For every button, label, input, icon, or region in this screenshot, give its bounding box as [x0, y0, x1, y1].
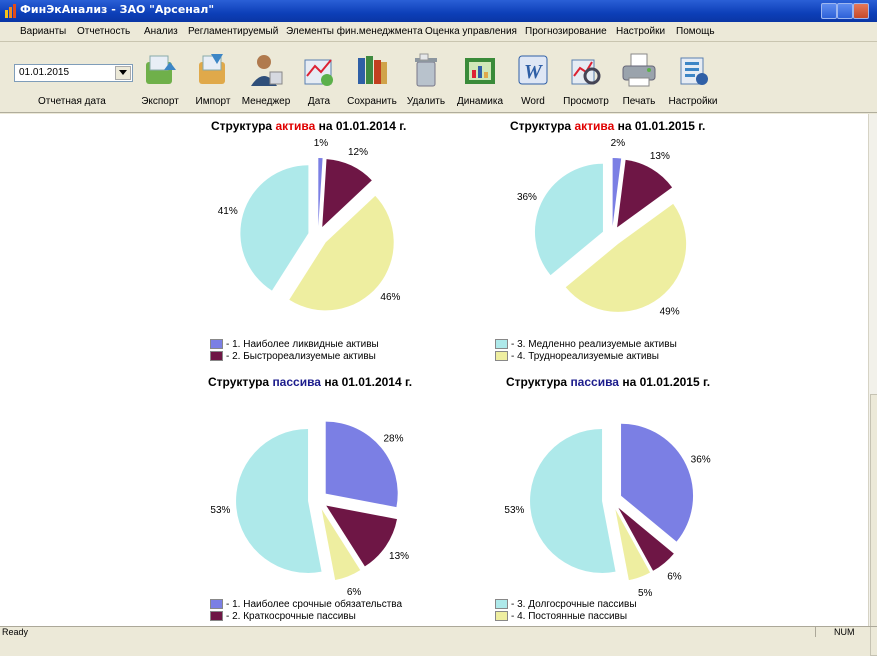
legend-swatch [210, 351, 223, 362]
legend-swatch [495, 339, 508, 350]
pie-slice [530, 428, 616, 573]
legend-swatch [495, 611, 508, 622]
legend-label: - 1. Наиболее ликвидные активы [226, 339, 379, 350]
legend-swatch [210, 611, 223, 622]
pie-data-label: 28% [384, 434, 404, 445]
legend-item: - 2. Краткосрочные пассивы [210, 611, 402, 623]
asset-legend-left: - 1. Наиболее ликвидные активы - 2. Быст… [210, 339, 379, 363]
pie-data-label: 13% [650, 151, 670, 162]
liab-legend-right: - 3. Долгосрочные пассивы - 4. Постоянны… [495, 599, 637, 623]
legend-label: - 4. Постоянные пассивы [511, 611, 628, 622]
pie-data-label: 5% [638, 588, 653, 599]
pie-slice [534, 163, 603, 276]
pie-data-label: 12% [348, 147, 368, 158]
pie-data-label: 6% [347, 587, 362, 598]
legend-item: - 3. Долгосрочные пассивы [495, 599, 637, 611]
legend-swatch [210, 599, 223, 610]
legend-swatch [495, 599, 508, 610]
pie-data-label: 1% [314, 138, 329, 149]
pie-data-label: 53% [210, 505, 230, 516]
legend-label: - 2. Краткосрочные пассивы [226, 611, 356, 622]
legend-swatch [495, 351, 508, 362]
pie-data-label: 6% [667, 572, 682, 583]
legend-item: - 1. Наиболее срочные обязательства [210, 599, 402, 611]
pie-data-label: 46% [380, 292, 400, 303]
pie-data-label: 2% [611, 138, 626, 149]
legend-label: - 2. Быстрореализуемые активы [226, 351, 376, 362]
legend-label: - 3. Долгосрочные пассивы [511, 599, 637, 610]
legend-label: - 4. Труднореализуемые активы [511, 351, 659, 362]
vertical-scrollbar[interactable] [868, 114, 877, 656]
pie-slice [236, 428, 322, 573]
pie-slice [240, 165, 309, 291]
scroll-thumb[interactable] [870, 394, 877, 656]
pie-data-label: 36% [517, 192, 537, 203]
pie-data-label: 49% [660, 306, 680, 317]
legend-item: - 2. Быстрореализуемые активы [210, 351, 379, 363]
status-bar: Ready NUM [0, 626, 877, 638]
legend-item: - 1. Наиболее ликвидные активы [210, 339, 379, 351]
status-text: Ready [2, 627, 29, 637]
num-lock-indicator: NUM [815, 627, 874, 637]
pie-data-label: 36% [691, 454, 711, 465]
legend-item: - 3. Медленно реализуемые активы [495, 339, 677, 351]
legend-item: - 4. Постоянные пассивы [495, 611, 637, 623]
pie-slice [318, 158, 323, 227]
pie-data-label: 13% [389, 551, 409, 562]
asset-legend-right: - 3. Медленно реализуемые активы - 4. Тр… [495, 339, 677, 363]
liab-legend-left: - 1. Наиболее срочные обязательства - 2.… [210, 599, 402, 623]
legend-label: - 3. Медленно реализуемые активы [511, 339, 677, 350]
pie-data-label: 53% [504, 505, 524, 516]
legend-swatch [210, 339, 223, 350]
pie-data-label: 41% [218, 206, 238, 217]
legend-item: - 4. Труднореализуемые активы [495, 351, 677, 363]
legend-label: - 1. Наиболее срочные обязательства [226, 599, 403, 610]
pie-charts: 1% 12% 46% 41% 2% 13% 49% 36% 28% 13% 6% 53% 36% 6% 5%… [210, 138, 711, 599]
